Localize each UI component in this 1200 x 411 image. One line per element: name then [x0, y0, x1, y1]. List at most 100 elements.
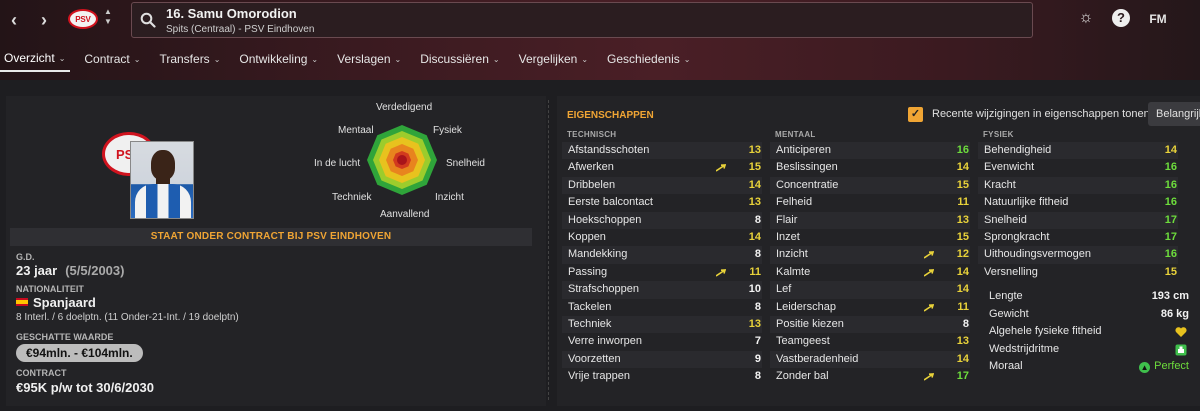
attribute-row-mandekking[interactable]: Mandekking 8 — [562, 246, 762, 264]
attribute-value: 16 — [1164, 178, 1177, 191]
attribute-name: Afwerken — [568, 161, 614, 174]
contract-label: CONTRACT — [16, 368, 67, 378]
attribute-row-inzet[interactable]: Inzet 15 — [770, 229, 970, 246]
tab-contract[interactable]: Contract ⌄ — [79, 46, 145, 72]
back-arrow-icon[interactable]: ‹ — [4, 10, 24, 30]
trend-up-arrow-icon — [924, 373, 934, 381]
attribute-value: 8 — [754, 248, 761, 261]
attribute-row-beslissingen[interactable]: Beslissingen 14 — [770, 159, 970, 176]
attribute-row-voorzetten[interactable]: Voorzetten 9 — [562, 350, 762, 369]
help-icon[interactable]: ? — [1112, 9, 1130, 27]
attribute-row-verre-inworpen[interactable]: Verre inworpen 7 — [562, 333, 762, 350]
attribute-value: 13 — [956, 335, 969, 348]
attribute-row-snelheid[interactable]: Snelheid 17 — [978, 211, 1178, 229]
nationality-value[interactable]: Spanjaard — [16, 295, 96, 310]
attribute-value: 14 — [956, 265, 969, 278]
attribute-row-anticiperen[interactable]: Anticiperen 16 — [770, 142, 970, 160]
attribute-row-eerste-balcontact[interactable]: Eerste balcontact 13 — [562, 194, 762, 211]
attribute-row-kracht[interactable]: Kracht 16 — [978, 176, 1178, 195]
attribute-name: Evenwicht — [984, 161, 1035, 174]
gd-label: G.D. — [16, 252, 35, 262]
attribute-row-leiderschap[interactable]: Leiderschap 11 — [770, 299, 970, 316]
attribute-row-evenwicht[interactable]: Evenwicht 16 — [978, 159, 1178, 176]
fitness-row: Algehele fysieke fitheid — [979, 323, 1189, 341]
weight-value: 86 kg — [1160, 307, 1189, 320]
tab-geschiedenis[interactable]: Geschiedenis ⌄ — [602, 46, 695, 72]
club-badge-icon[interactable]: PSV — [68, 9, 98, 29]
attribute-name: Tackelen — [568, 300, 612, 313]
attribute-row-concentratie[interactable]: Concentratie 15 — [770, 176, 970, 195]
trend-up-arrow-icon — [716, 268, 726, 277]
attribute-value: 10 — [748, 283, 761, 296]
attribute-row-afstandsschoten[interactable]: Afstandsschoten 13 — [562, 142, 762, 160]
morale-icon: ▲ — [1139, 362, 1151, 373]
trend-up-arrow-icon — [924, 268, 934, 277]
morale-label: Moraal — [989, 360, 1023, 372]
player-search-box[interactable]: 16. Samu Omorodion Spits (Centraal) - PS… — [131, 2, 1033, 38]
tab-discussieren[interactable]: Discussiëren ⌄ — [415, 46, 504, 72]
attribute-row-uithoudingsvermogen[interactable]: Uithoudingsvermogen 16 — [978, 246, 1178, 264]
attribute-row-sprongkracht[interactable]: Sprongkracht 17 — [978, 229, 1178, 246]
attribute-name: Versnelling — [984, 265, 1038, 278]
radar-label-mentaal: Mentaal — [338, 125, 374, 136]
attribute-row-koppen[interactable]: Koppen 14 — [562, 229, 762, 246]
up-down-chevron-icon[interactable]: ▲ ▼ — [103, 7, 113, 27]
attribute-value: 14 — [956, 352, 969, 365]
tab-overzicht[interactable]: Overzicht ⌄ — [0, 46, 71, 72]
tab-vergelijken[interactable]: Vergelijken ⌄ — [514, 46, 593, 72]
tab-transfers[interactable]: Transfers ⌄ — [154, 46, 225, 72]
attribute-row-inzicht[interactable]: Inzicht 12 — [770, 246, 970, 264]
attribute-row-versnelling[interactable]: Versnelling 15 — [978, 264, 1178, 281]
match-fitness-row: Wedstrijdritme — [979, 341, 1189, 359]
radar-label-fysiek: Fysiek — [433, 125, 462, 136]
attribute-value: 17 — [1164, 230, 1177, 243]
attribute-name: Behendigheid — [984, 144, 1052, 156]
tab-label: Contract — [84, 52, 130, 66]
recent-changes-label[interactable]: Recente wijzigingen in eigenschappen ton… — [932, 108, 1150, 120]
radar-label-techniek: Techniek — [332, 192, 372, 203]
tab-ontwikkeling[interactable]: Ontwikkeling ⌄ — [234, 46, 323, 72]
attribute-value: 14 — [748, 230, 761, 243]
forward-arrow-icon[interactable]: › — [34, 10, 54, 30]
attribute-row-vrije-trappen[interactable]: Vrije trappen 8 — [562, 368, 762, 385]
attribute-row-kalmte[interactable]: Kalmte 14 — [770, 264, 970, 281]
fitness-label: Algehele fysieke fitheid — [989, 325, 1102, 337]
attribute-name: Voorzetten — [568, 352, 621, 365]
nationality-text: Spanjaard — [33, 295, 96, 310]
recent-changes-checkbox[interactable]: ✓ — [908, 107, 923, 122]
attribute-name: Afstandsschoten — [568, 144, 650, 156]
attribute-row-lef[interactable]: Lef 14 — [770, 281, 970, 299]
attribute-row-vastberadenheid[interactable]: Vastberadenheid 14 — [770, 350, 970, 369]
attribute-value: 9 — [754, 352, 761, 365]
attribute-view-button[interactable]: Belangrijk — [1148, 102, 1200, 126]
attribute-row-dribbelen[interactable]: Dribbelen 14 — [562, 176, 762, 195]
attribute-name: Sprongkracht — [984, 230, 1050, 243]
attribute-row-flair[interactable]: Flair 13 — [770, 211, 970, 229]
attribute-row-teamgeest[interactable]: Teamgeest 13 — [770, 333, 970, 350]
weight-row: Gewicht 86 kg — [979, 306, 1189, 324]
attribute-row-techniek[interactable]: Techniek 13 — [562, 315, 762, 334]
attribute-row-natuurlijke-fitheid[interactable]: Natuurlijke fitheid 16 — [978, 194, 1178, 211]
attribute-row-strafschoppen[interactable]: Strafschoppen 10 — [562, 281, 762, 299]
mental-attributes: Anticiperen 16 Beslissingen 14 Concentratie 1… — [770, 142, 970, 385]
attribute-row-felheid[interactable]: Felheid 11 — [770, 194, 970, 211]
tab-verslagen[interactable]: Verslagen ⌄ — [332, 46, 406, 72]
chevron-down-icon: ⌄ — [581, 54, 589, 64]
attribute-row-behendigheid[interactable]: Behendigheid 14 — [978, 142, 1178, 160]
attribute-row-afwerken[interactable]: Afwerken 15 — [562, 159, 762, 176]
attribute-name: Anticiperen — [776, 144, 832, 156]
attribute-radar: Verdedigend Fysiek Snelheid Inzicht Aanv… — [296, 102, 496, 226]
chevron-down-icon: ⌄ — [394, 54, 402, 64]
attribute-row-positie-kiezen[interactable]: Positie kiezen 8 — [770, 315, 970, 334]
heart-icon — [1175, 327, 1187, 337]
attribute-row-zonder-bal[interactable]: Zonder bal 17 — [770, 368, 970, 385]
globe-icon[interactable]: ☼ — [1076, 9, 1096, 29]
contract-status-banner: STAAT ONDER CONTRACT BIJ PSV EINDHOVEN — [10, 228, 532, 246]
attribute-name: Kracht — [984, 178, 1016, 191]
fm-menu-icon[interactable]: FM — [1146, 9, 1170, 29]
length-label: Lengte — [989, 290, 1023, 302]
attribute-row-hoekschoppen[interactable]: Hoekschoppen 8 — [562, 211, 762, 229]
attribute-value: 8 — [754, 300, 761, 313]
attribute-row-tackelen[interactable]: Tackelen 8 — [562, 299, 762, 316]
attribute-row-passing[interactable]: Passing 11 — [562, 264, 762, 281]
